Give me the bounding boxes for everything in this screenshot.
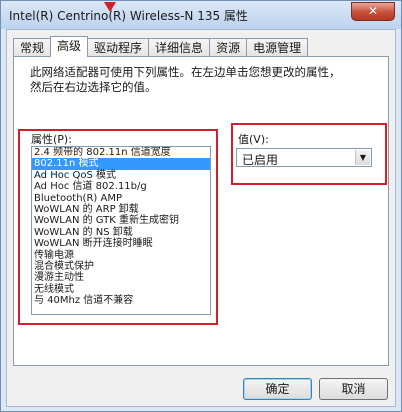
- description-line-2: 然后在右边选择它的值。: [30, 80, 157, 94]
- property-highlight-box: [18, 129, 218, 325]
- tab-details[interactable]: 详细信息: [148, 38, 211, 57]
- arrow-down-icon: [104, 2, 116, 12]
- close-button[interactable]: ✕: [351, 2, 395, 21]
- properties-window: Intel(R) Centrino(R) Wireless-N 135 属性 ✕…: [0, 0, 402, 412]
- tab-resources[interactable]: 资源: [209, 38, 248, 57]
- advanced-panel: 此网络适配器可使用下列属性。在左边单击您想更改的属性， 然后在右边选择它的值。 …: [13, 56, 389, 366]
- tab-driver[interactable]: 驱动程序: [87, 38, 150, 57]
- description-line-1: 此网络适配器可使用下列属性。在左边单击您想更改的属性，: [30, 65, 341, 79]
- title-bar[interactable]: Intel(R) Centrino(R) Wireless-N 135 属性 ✕: [1, 1, 401, 29]
- description-text: 此网络适配器可使用下列属性。在左边单击您想更改的属性， 然后在右边选择它的值。: [30, 65, 370, 95]
- dialog-body: 常规 高级 驱动程序 详细信息 资源 电源管理 此网络适配器可使用下列属性。在左…: [6, 29, 396, 407]
- tab-power-management[interactable]: 电源管理: [246, 38, 309, 57]
- window-title: Intel(R) Centrino(R) Wireless-N 135 属性: [9, 9, 248, 23]
- tab-strip: 常规 高级 驱动程序 详细信息 资源 电源管理: [13, 36, 309, 57]
- tab-general[interactable]: 常规: [13, 38, 52, 57]
- cancel-button[interactable]: 取消: [319, 378, 388, 400]
- tab-advanced[interactable]: 高级: [50, 36, 89, 57]
- value-highlight-box: [231, 123, 387, 185]
- ok-button[interactable]: 确定: [243, 378, 312, 400]
